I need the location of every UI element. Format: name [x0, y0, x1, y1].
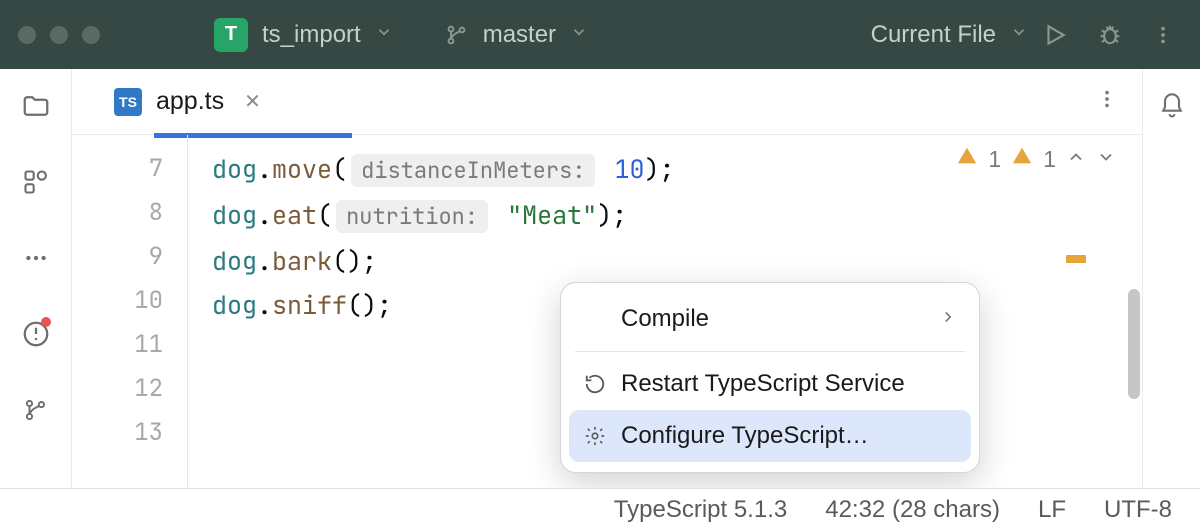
warning-icon	[1011, 145, 1033, 173]
notifications-icon[interactable]	[1155, 89, 1189, 123]
branch-name-dropdown[interactable]: master	[483, 21, 556, 49]
line-number: 11	[72, 323, 163, 367]
kebab-menu-icon[interactable]	[1152, 24, 1174, 46]
tab-filename: app.ts	[156, 87, 224, 116]
project-name-dropdown[interactable]: ts_import	[262, 21, 361, 49]
chevron-down-icon	[375, 23, 393, 46]
line-separator-widget[interactable]: LF	[1038, 496, 1066, 524]
encoding-widget[interactable]: UTF-8	[1104, 496, 1172, 524]
next-highlight-icon[interactable]	[1096, 146, 1116, 173]
vcs-tool-icon[interactable]	[19, 393, 53, 427]
code-line[interactable]: dog.move(distanceInMeters: 10);	[212, 147, 675, 193]
menu-item-configure[interactable]: Configure TypeScript…	[569, 410, 971, 462]
scrollbar-thumb[interactable]	[1128, 289, 1140, 399]
project-tool-icon[interactable]	[19, 89, 53, 123]
line-number: 12	[72, 367, 163, 411]
close-window-button[interactable]	[18, 26, 36, 44]
inspections-widget[interactable]: 1 1	[956, 145, 1116, 173]
run-config-dropdown[interactable]: Current File	[871, 21, 996, 49]
right-toolwindow-rail	[1142, 69, 1200, 500]
git-branch-icon	[445, 23, 469, 47]
ts-version-widget[interactable]: TypeScript 5.1.3	[614, 496, 787, 524]
menu-item-label: Compile	[621, 305, 709, 333]
warning-icon	[956, 145, 978, 173]
code-line[interactable]: dog.eat(nutrition: "Meat");	[212, 193, 675, 239]
chevron-right-icon	[939, 305, 957, 333]
status-bar: TypeScript 5.1.3 42:32 (28 chars) LF UTF…	[0, 488, 1200, 530]
typescript-file-icon: TS	[114, 88, 142, 116]
project-badge: T	[214, 18, 248, 52]
notification-dot	[41, 317, 51, 327]
problems-tool-icon[interactable]	[19, 317, 53, 351]
inlay-hint: distanceInMeters:	[351, 154, 595, 187]
line-number: 13	[72, 411, 163, 455]
line-number: 9	[72, 235, 163, 279]
minimize-window-button[interactable]	[50, 26, 68, 44]
error-stripe[interactable]	[1066, 255, 1082, 303]
chevron-down-icon	[1010, 23, 1028, 46]
menu-item-compile[interactable]: Compile	[561, 293, 979, 345]
line-number-gutter: 78910111213	[72, 135, 188, 500]
code-line[interactable]: dog.bark();	[212, 239, 675, 283]
menu-item-label: Configure TypeScript…	[621, 422, 869, 450]
caret-position-widget[interactable]: 42:32 (28 chars)	[825, 496, 1000, 524]
window-controls	[18, 26, 100, 44]
line-number: 7	[72, 147, 163, 191]
close-tab-icon[interactable]: ✕	[244, 89, 261, 114]
typescript-widget-menu: Compile Restart TypeScript Service Confi…	[560, 282, 980, 473]
line-number: 8	[72, 191, 163, 235]
restart-icon	[583, 373, 607, 395]
menu-item-label: Restart TypeScript Service	[621, 370, 905, 398]
structure-tool-icon[interactable]	[19, 165, 53, 199]
gear-icon	[583, 425, 607, 447]
warning-marker[interactable]	[1066, 255, 1086, 263]
more-tool-icon[interactable]	[19, 241, 53, 275]
editor-tab-bar: TS app.ts ✕	[72, 69, 1142, 135]
run-icon[interactable]	[1042, 22, 1068, 48]
menu-item-restart[interactable]: Restart TypeScript Service	[561, 358, 979, 410]
tab-options-icon[interactable]	[1096, 88, 1118, 115]
chevron-down-icon	[570, 23, 588, 46]
debug-icon[interactable]	[1096, 21, 1124, 49]
zoom-window-button[interactable]	[82, 26, 100, 44]
prev-highlight-icon[interactable]	[1066, 146, 1086, 173]
line-number: 10	[72, 279, 163, 323]
editor-tab-active[interactable]: TS app.ts ✕	[96, 69, 279, 134]
left-toolwindow-rail	[0, 69, 72, 500]
menu-separator	[575, 351, 965, 352]
warning-count-1: 1	[988, 146, 1001, 173]
inlay-hint: nutrition:	[336, 200, 488, 233]
warning-count-2: 1	[1043, 146, 1056, 173]
title-bar: T ts_import master Current File	[0, 0, 1200, 69]
